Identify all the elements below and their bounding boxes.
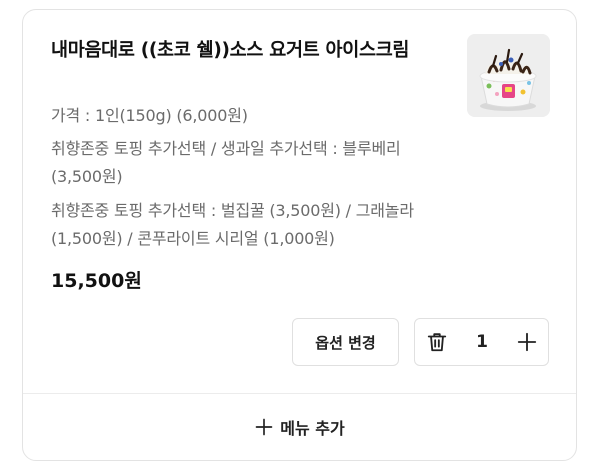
item-option-topping: 취향존중 토핑 추가선택 : 벌집꿀 (3,500원) / 그래놀라 (1,50… [51, 201, 414, 248]
item-option-price: 가격 : 1인(150g) (6,000원) [51, 106, 248, 125]
quantity-stepper: 1 [414, 318, 549, 366]
quantity-value: 1 [476, 332, 488, 352]
item-title: 내마음대로 ((초코 쉘))소스 요거트 아이스크림 [51, 40, 410, 61]
trash-icon[interactable] [426, 331, 448, 353]
item-price: 15,500원 [51, 270, 142, 292]
divider [23, 393, 576, 394]
item-thumbnail [467, 34, 550, 117]
yogurt-ice-cream-cup-image [467, 34, 550, 117]
add-menu-label: 메뉴 추가 [280, 419, 345, 438]
cart-item-card: 내마음대로 ((초코 쉘))소스 요거트 아이스크림 가격 : 1인(150g)… [22, 9, 577, 461]
item-option-fruit: 취향존중 토핑 추가선택 / 생과일 추가선택 : 블루베리 (3,500원) [51, 139, 401, 186]
add-menu-button[interactable]: 메뉴 추가 [23, 395, 576, 459]
change-option-button[interactable]: 옵션 변경 [292, 318, 399, 366]
plus-icon [255, 418, 273, 436]
plus-icon[interactable] [516, 331, 538, 353]
